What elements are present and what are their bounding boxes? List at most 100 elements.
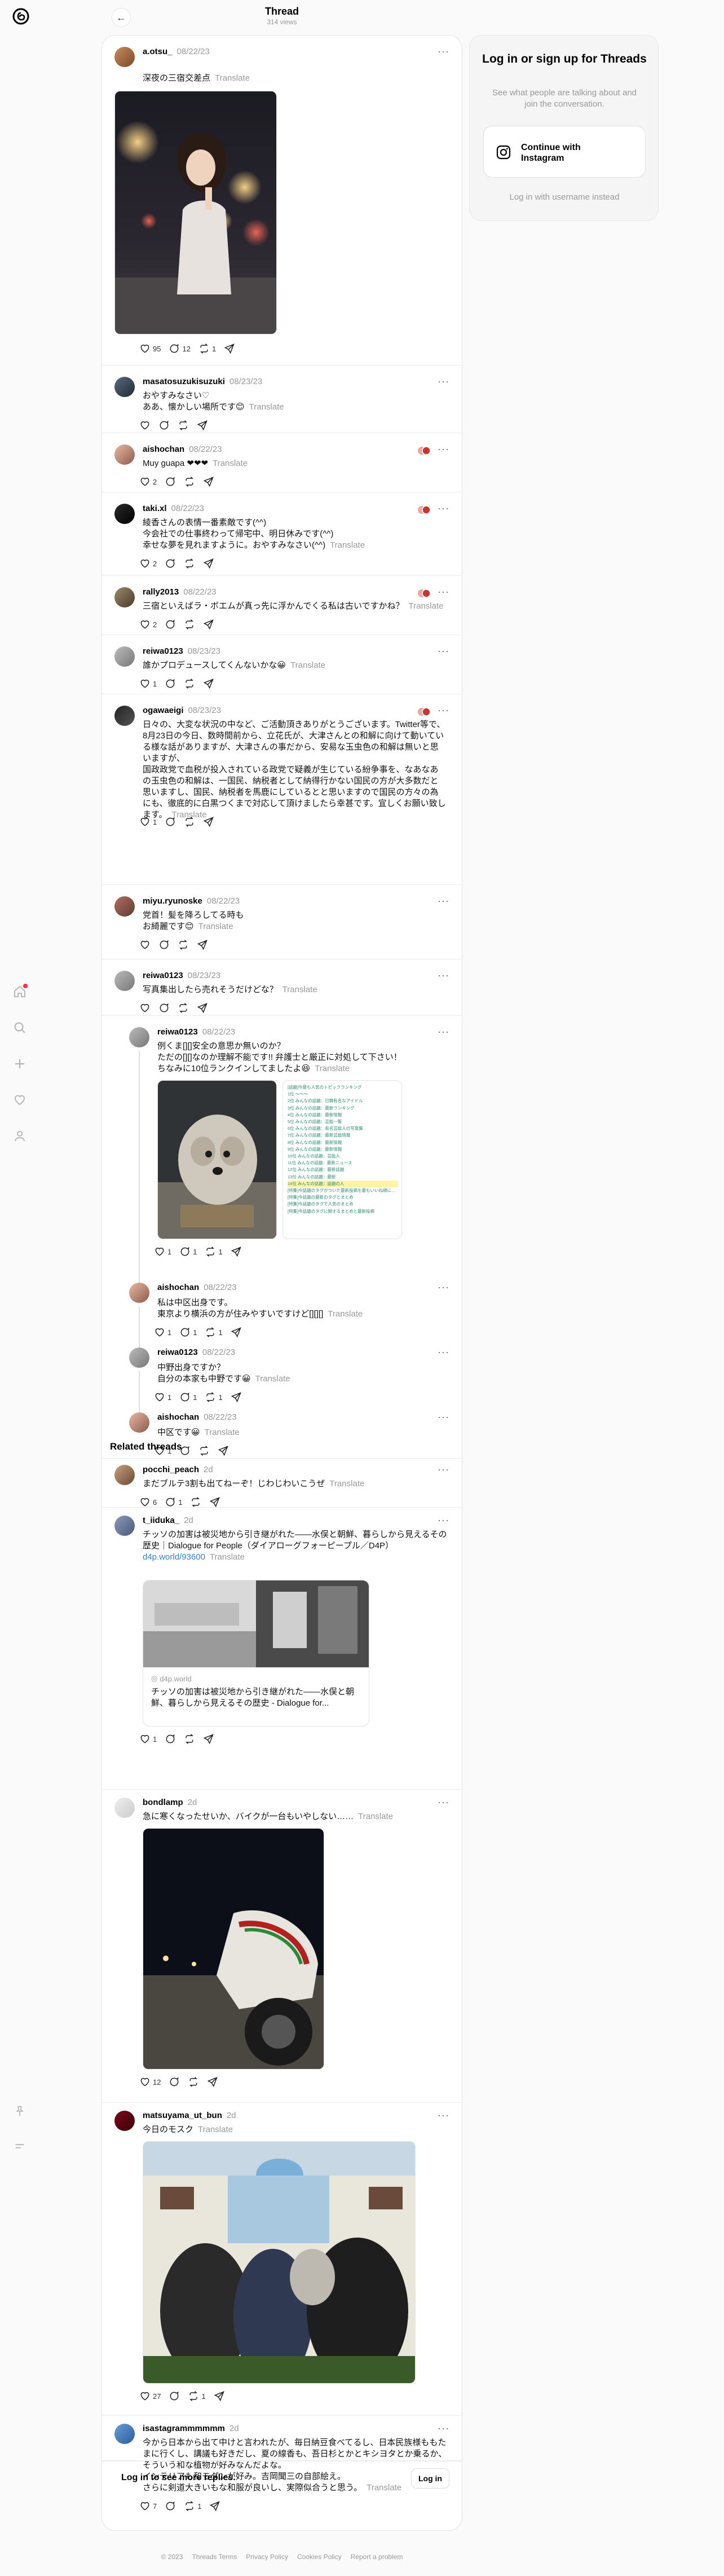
username[interactable]: masatosuzukisuzuki (143, 377, 225, 386)
reply-button[interactable] (165, 476, 176, 487)
reply-button[interactable] (165, 1733, 176, 1745)
avatar[interactable] (114, 706, 135, 726)
translate-link[interactable]: Translate (198, 922, 233, 931)
translate-link[interactable]: Translate (330, 540, 365, 550)
mosque-photo[interactable] (143, 2141, 416, 2384)
more-options-icon[interactable]: ··· (438, 1346, 449, 1358)
share-button[interactable] (197, 1002, 208, 1014)
dog-photo[interactable] (157, 1080, 277, 1239)
avatar[interactable] (114, 2424, 135, 2444)
privacy-link[interactable]: Privacy Policy (246, 2553, 288, 2561)
post-photo[interactable] (114, 91, 277, 334)
avatar[interactable] (114, 1516, 135, 1536)
share-button[interactable] (203, 476, 214, 487)
like-button[interactable]: 2 (139, 558, 157, 569)
like-button[interactable] (139, 1002, 151, 1014)
translate-link[interactable]: Translate (290, 660, 325, 670)
translate-link[interactable]: Translate (315, 1064, 350, 1073)
reply-button[interactable] (165, 678, 176, 689)
like-button[interactable]: 2 (139, 476, 157, 487)
more-options-icon[interactable]: ··· (438, 1514, 449, 1526)
share-button[interactable] (197, 420, 208, 431)
share-button[interactable] (203, 1733, 214, 1745)
share-button[interactable] (197, 939, 208, 950)
avatar[interactable] (114, 377, 135, 397)
repost-button[interactable] (190, 1496, 201, 1508)
repost-button[interactable]: 1 (205, 1246, 223, 1257)
share-button[interactable] (203, 678, 214, 689)
more-options-icon[interactable]: ··· (438, 1282, 449, 1293)
translate-link[interactable]: Translate (198, 2125, 233, 2134)
share-button[interactable] (231, 1392, 242, 1403)
username[interactable]: matsuyama_ut_bun (143, 2111, 222, 2120)
more-options-icon[interactable]: ··· (438, 1411, 449, 1423)
more-options-icon[interactable]: ··· (438, 443, 449, 455)
username[interactable]: aishochan (157, 1283, 199, 1292)
like-button[interactable]: 1 (154, 1327, 171, 1338)
more-options-icon[interactable]: ··· (438, 46, 449, 58)
share-button[interactable] (224, 343, 235, 354)
username[interactable]: aishochan (157, 1412, 199, 1422)
like-button[interactable] (139, 939, 151, 950)
avatar[interactable] (114, 47, 135, 67)
share-button[interactable] (207, 2076, 218, 2088)
more-options-icon[interactable]: ··· (438, 1464, 449, 1476)
like-button[interactable]: 2 (139, 619, 157, 630)
username[interactable]: pocchi_peach (143, 1465, 199, 1474)
avatar[interactable] (114, 504, 135, 524)
create-icon[interactable] (10, 1054, 30, 1074)
pin-icon[interactable] (10, 2101, 30, 2121)
avatar[interactable] (114, 587, 135, 607)
post-link[interactable]: d4p.world/93600 (143, 1552, 205, 1562)
like-button[interactable]: 95 (139, 343, 161, 354)
translate-link[interactable]: Translate (329, 1479, 364, 1489)
more-options-icon[interactable]: ··· (438, 970, 449, 981)
ranking-screenshot[interactable]: [話題]今最も人気のトピックランキング 1位 ～～～ 2位 みんなの話題：日韓有名な… (282, 1080, 402, 1239)
share-button[interactable] (209, 1496, 220, 1508)
username[interactable]: rally2013 (143, 587, 179, 597)
translate-link[interactable]: Translate (213, 459, 248, 468)
more-options-icon[interactable]: ··· (438, 645, 449, 657)
avatar[interactable] (129, 1348, 149, 1368)
share-button[interactable] (203, 619, 214, 630)
translate-link[interactable]: Translate (255, 1374, 290, 1384)
report-link[interactable]: Report a problem (351, 2553, 403, 2561)
avatar[interactable] (129, 1412, 149, 1433)
like-button[interactable] (139, 420, 151, 431)
motorcycle-photo[interactable] (143, 1828, 324, 2069)
repost-button[interactable] (178, 939, 189, 950)
reply-button[interactable]: 1 (179, 1327, 197, 1338)
avatar[interactable] (114, 2111, 135, 2131)
terms-link[interactable]: Threads Terms (192, 2553, 237, 2561)
reply-button[interactable]: 1 (165, 1496, 182, 1508)
reply-button[interactable]: 12 (169, 343, 191, 354)
more-options-icon[interactable]: ··· (438, 2110, 449, 2121)
more-options-icon[interactable]: ··· (438, 503, 449, 514)
repost-button[interactable] (184, 476, 195, 487)
repost-button[interactable] (178, 1002, 189, 1014)
more-options-icon[interactable]: ··· (438, 895, 449, 907)
username[interactable]: a.otsu_ (143, 47, 173, 56)
username[interactable]: reiwa0123 (157, 1348, 198, 1357)
username[interactable]: reiwa0123 (143, 646, 183, 656)
reply-button[interactable] (165, 558, 176, 569)
reply-button[interactable]: 1 (179, 1392, 197, 1403)
username[interactable]: isastagrammmmmm (143, 2424, 225, 2433)
share-button[interactable] (214, 2390, 225, 2402)
more-options-icon[interactable]: ··· (438, 704, 449, 716)
username[interactable]: taki.xl (143, 504, 167, 513)
repost-button[interactable] (184, 816, 195, 827)
username[interactable]: reiwa0123 (143, 971, 183, 980)
like-button[interactable]: 12 (139, 2076, 161, 2088)
repost-button[interactable]: 1 (205, 1392, 223, 1403)
avatar[interactable] (114, 971, 135, 991)
cookies-link[interactable]: Cookies Policy (297, 2553, 342, 2561)
avatar[interactable] (114, 646, 135, 667)
repost-button[interactable]: 1 (205, 1327, 223, 1338)
like-button[interactable]: 6 (139, 1496, 157, 1508)
like-button[interactable]: 27 (139, 2390, 161, 2402)
like-button[interactable]: 1 (154, 1392, 171, 1403)
like-button[interactable]: 1 (139, 816, 157, 827)
repost-button[interactable]: 1 (198, 343, 216, 354)
reply-button[interactable] (165, 2500, 176, 2512)
